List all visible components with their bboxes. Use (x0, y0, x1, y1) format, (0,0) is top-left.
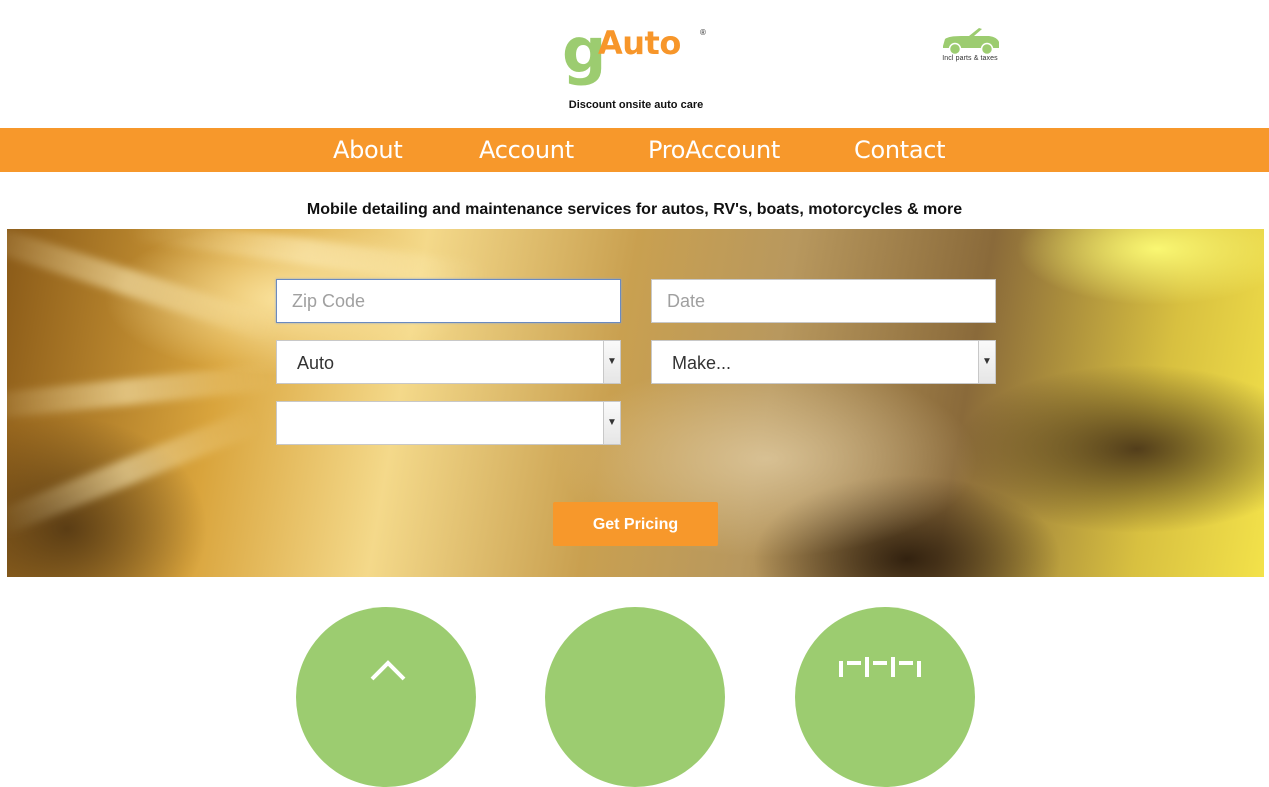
make-select[interactable]: Make... ▼ (651, 340, 996, 384)
service-icon (545, 651, 725, 681)
services-subheading: Mobile detailing and maintenance service… (306, 201, 963, 218)
zip-code-placeholder: Zip Code (292, 291, 366, 311)
nav-account[interactable]: Account (479, 128, 574, 172)
convertible-car-icon (943, 28, 999, 56)
logo-auto: Auto (598, 24, 681, 62)
price-badge: Incl parts & taxes (930, 24, 1010, 68)
feature-circle-home[interactable] (296, 607, 476, 787)
nav-about[interactable]: About (333, 128, 403, 172)
chevron-down-icon: ▼ (603, 402, 620, 444)
chevron-down-icon: ▼ (603, 341, 620, 383)
vehicle-type-select[interactable]: Auto ▼ (276, 340, 621, 384)
vehicle-type-value: Auto (297, 353, 335, 373)
nav-contact[interactable]: Contact (854, 128, 946, 172)
feature-circle-service[interactable] (545, 607, 725, 787)
brand-logo[interactable]: g Auto ® (562, 18, 722, 96)
model-select[interactable]: ▼ (276, 401, 621, 445)
main-nav: About Account ProAccount Contact (0, 128, 1269, 172)
home-icon (370, 660, 406, 681)
date-placeholder: Date (667, 291, 706, 311)
make-value: Make... (672, 353, 732, 373)
zip-code-input[interactable]: Zip Code (276, 279, 621, 323)
logo-registered-mark: ® (700, 28, 706, 37)
get-pricing-button[interactable]: Get Pricing (553, 502, 718, 546)
tagline: Discount onsite auto care (568, 99, 704, 111)
toolbox-icon (839, 657, 921, 677)
chevron-down-icon: ▼ (978, 341, 995, 383)
price-note: Incl parts & taxes (942, 55, 998, 62)
nav-proaccount[interactable]: ProAccount (648, 128, 780, 172)
date-input[interactable]: Date (651, 279, 996, 323)
hero-pricing-form: Zip Code Date Auto ▼ Make... ▼ ▼ Get Pri… (7, 229, 1264, 577)
feature-circle-toolbox[interactable] (795, 607, 975, 787)
